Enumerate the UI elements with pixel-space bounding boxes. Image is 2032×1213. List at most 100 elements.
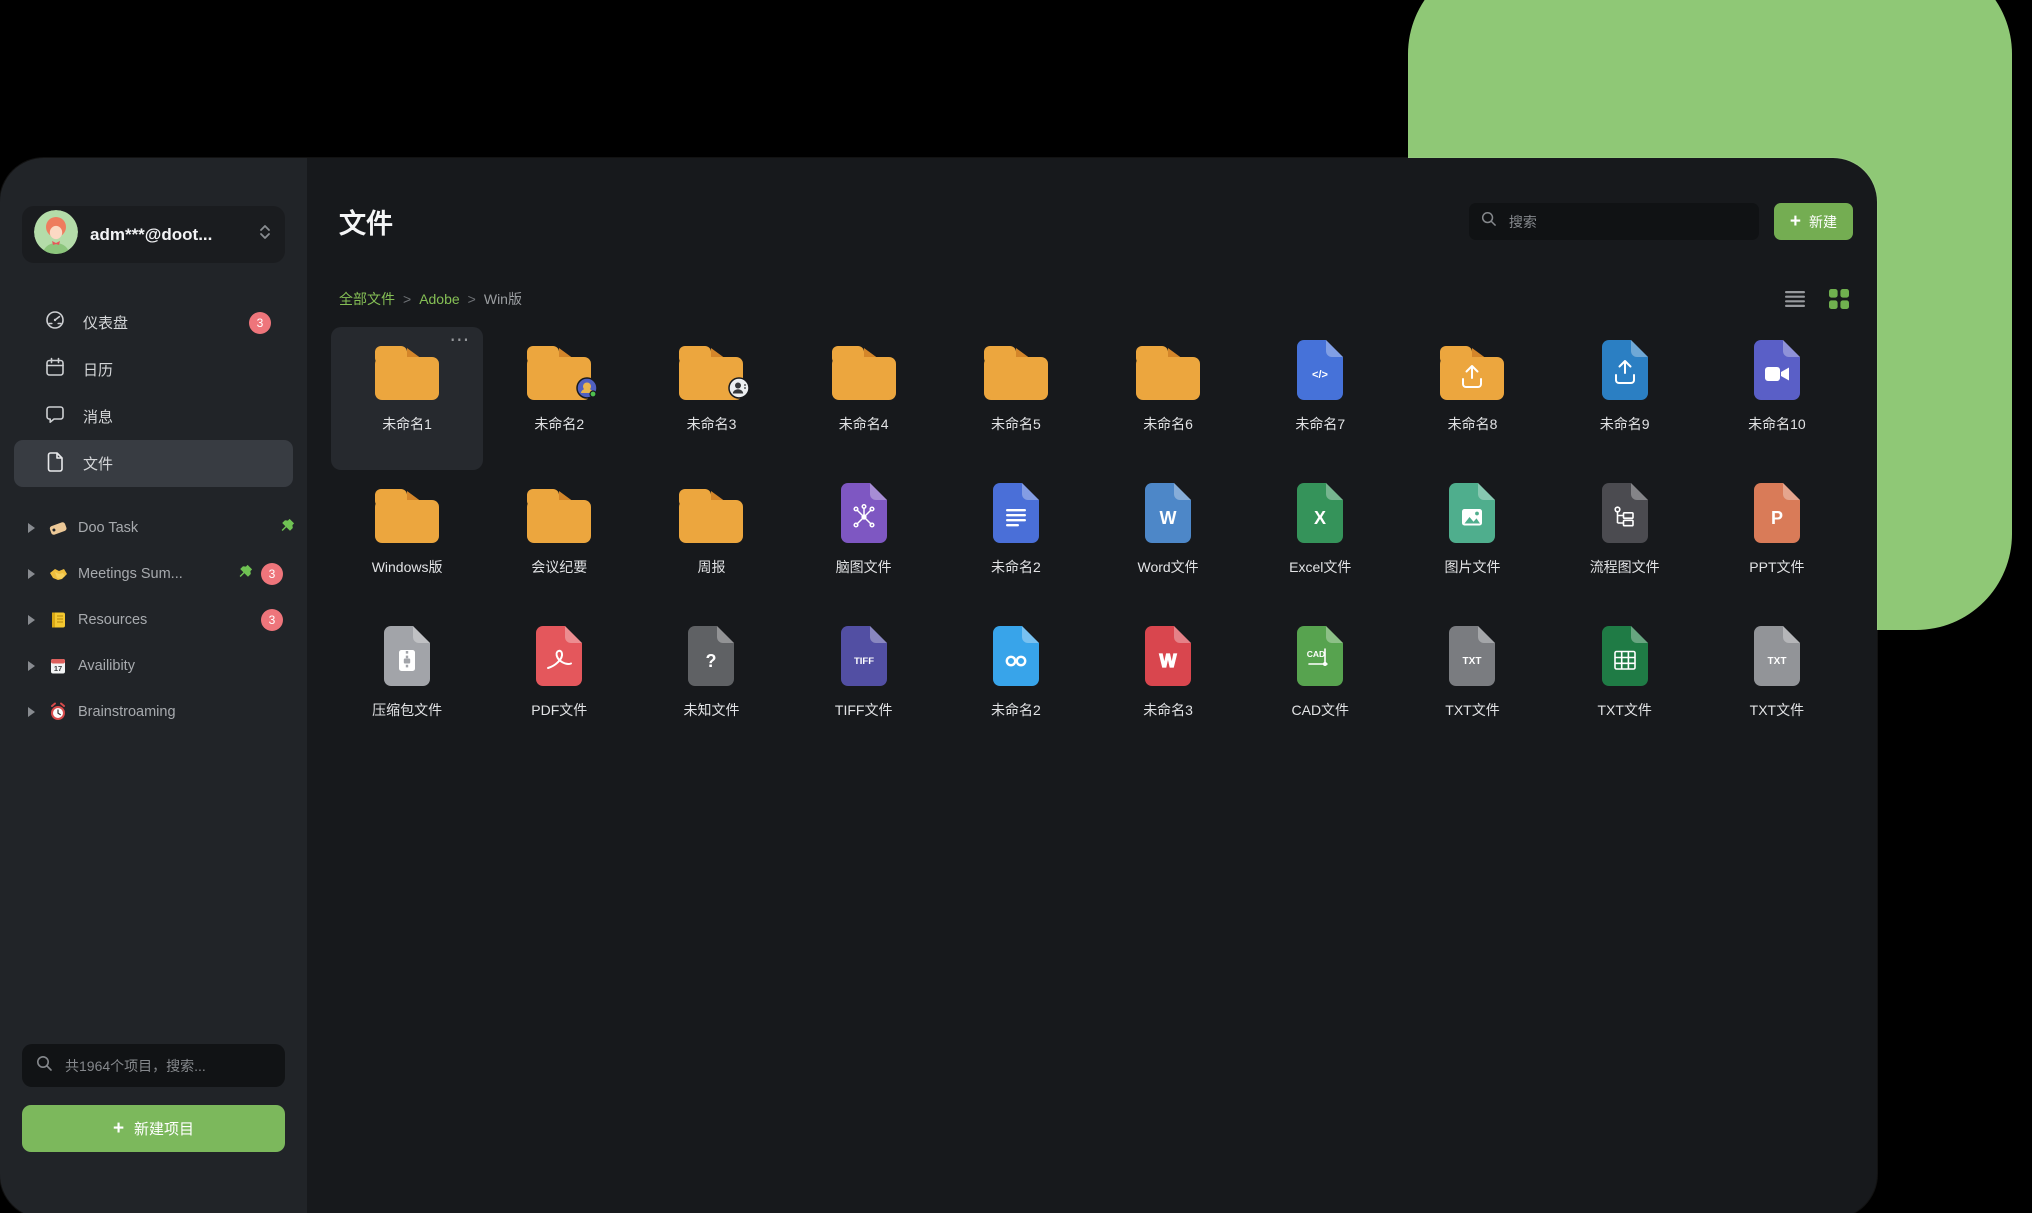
svg-text:?: ? xyxy=(706,651,717,671)
sidebar-item-files[interactable]: 文件 xyxy=(14,440,293,487)
app-window: adm***@doot... 仪表盘3日历消息文件 Doo TaskMeetin… xyxy=(0,158,1877,1213)
chevron-up-down-icon xyxy=(257,222,273,247)
file-label: 未命名2 xyxy=(991,700,1041,720)
expand-caret-icon[interactable] xyxy=(28,615,35,625)
folder-item[interactable]: ⋯未命名1 xyxy=(331,327,483,470)
breadcrumb-row: 全部文件>Adobe>Win版 xyxy=(331,289,1853,309)
file-item[interactable]: 图片文件 xyxy=(1396,470,1548,613)
main-content: 文件 + 新建 xyxy=(307,158,1877,1213)
folder-item[interactable]: 未命名4 xyxy=(788,327,940,470)
file-item[interactable]: TXTTXT文件 xyxy=(1701,613,1853,756)
flowchart-file-icon xyxy=(1601,480,1649,544)
more-menu-icon[interactable]: ⋯ xyxy=(449,327,471,352)
file-item[interactable]: ? 未知文件 xyxy=(635,613,787,756)
list-view-icon[interactable] xyxy=(1785,290,1807,308)
user-name: adm***@doot... xyxy=(90,225,257,245)
file-search-input[interactable] xyxy=(1507,213,1747,231)
file-item[interactable]: 未命名10 xyxy=(1701,327,1853,470)
new-project-button[interactable]: + 新建项目 xyxy=(22,1105,285,1152)
sidebar-item-dashboard[interactable]: 仪表盘3 xyxy=(14,299,293,346)
folder-item[interactable]: 未命名8 xyxy=(1396,327,1548,470)
txt-file-icon: TXT xyxy=(1753,623,1801,687)
file-item[interactable]: PDF文件 xyxy=(483,613,635,756)
folder-icon xyxy=(678,480,744,544)
folder-item[interactable]: Windows版 xyxy=(331,470,483,613)
file-item[interactable]: TXT文件 xyxy=(1549,613,1701,756)
search-icon xyxy=(36,1055,53,1077)
file-item[interactable]: W未命名3 xyxy=(1092,613,1244,756)
code-file-icon: </> xyxy=(1296,337,1344,401)
plus-icon: + xyxy=(113,1119,124,1138)
folder-item[interactable]: 会议纪要 xyxy=(483,470,635,613)
file-item[interactable]: 未命名2 xyxy=(940,470,1092,613)
notebook-emoji xyxy=(48,610,68,630)
file-label: 未命名2 xyxy=(534,414,584,434)
project-item[interactable]: 17Availibity xyxy=(0,643,307,689)
file-item[interactable]: 流程图文件 xyxy=(1549,470,1701,613)
file-label: PPT文件 xyxy=(1749,557,1804,577)
sidebar-bottom: + 新建项目 xyxy=(0,1044,307,1213)
project-label: Resources xyxy=(78,612,147,628)
file-item[interactable]: TIFFTIFF文件 xyxy=(788,613,940,756)
file-item[interactable]: TXTTXT文件 xyxy=(1396,613,1548,756)
grid-view-icon[interactable] xyxy=(1829,289,1849,309)
cad-file-icon: CAD xyxy=(1296,623,1344,687)
folder-item[interactable]: 未命名5 xyxy=(940,327,1092,470)
folder-item[interactable]: 未命名3 xyxy=(635,327,787,470)
folder-item[interactable]: 未命名2 xyxy=(483,327,635,470)
file-label: 脑图文件 xyxy=(836,557,892,577)
expand-caret-icon[interactable] xyxy=(28,661,35,671)
file-search[interactable] xyxy=(1469,203,1759,240)
svg-text:W: W xyxy=(1160,508,1177,528)
new-file-button[interactable]: + 新建 xyxy=(1774,203,1853,240)
breadcrumb-item[interactable]: 全部文件 xyxy=(339,289,395,309)
file-item[interactable]: 脑图文件 xyxy=(788,470,940,613)
file-item[interactable]: PPPT文件 xyxy=(1701,470,1853,613)
project-item[interactable]: Brainstroaming xyxy=(0,689,307,735)
excel-file-icon: X xyxy=(1296,480,1344,544)
calendar17-emoji: 17 xyxy=(48,656,68,676)
search-icon xyxy=(1481,211,1497,232)
project-item[interactable]: Doo Task xyxy=(0,505,307,551)
expand-caret-icon[interactable] xyxy=(28,569,35,579)
file-item[interactable]: </> 未命名7 xyxy=(1244,327,1396,470)
file-label: 未知文件 xyxy=(683,700,739,720)
svg-text:TXT: TXT xyxy=(1463,656,1482,667)
alarm-clock-emoji xyxy=(48,702,68,722)
svg-text:TXT: TXT xyxy=(1767,656,1786,667)
file-item[interactable]: 压缩包文件 xyxy=(331,613,483,756)
zip-file-icon xyxy=(383,623,431,687)
breadcrumb-item: Win版 xyxy=(484,289,522,309)
txt-file-icon: TXT xyxy=(1448,623,1496,687)
notification-badge: 3 xyxy=(261,563,283,585)
file-label: TIFF文件 xyxy=(835,700,893,720)
user-account-switcher[interactable]: adm***@doot... xyxy=(22,206,285,263)
project-search[interactable] xyxy=(22,1044,285,1087)
new-file-label: 新建 xyxy=(1809,212,1837,232)
project-search-input[interactable] xyxy=(63,1057,271,1075)
file-item[interactable]: XExcel文件 xyxy=(1244,470,1396,613)
expand-caret-icon[interactable] xyxy=(28,523,35,533)
avatar-badge-icon xyxy=(576,377,598,404)
file-item[interactable]: 未命名2 xyxy=(940,613,1092,756)
file-label: 未命名4 xyxy=(839,414,889,434)
file-label: 未命名7 xyxy=(1295,414,1345,434)
dashboard-icon xyxy=(44,309,66,336)
folder-upload-icon xyxy=(1439,337,1505,401)
file-item[interactable]: CAD CAD文件 xyxy=(1244,613,1396,756)
file-item[interactable]: 未命名9 xyxy=(1549,327,1701,470)
project-label: Meetings Sum... xyxy=(78,566,183,582)
folder-item[interactable]: 周报 xyxy=(635,470,787,613)
sidebar-item-calendar[interactable]: 日历 xyxy=(14,346,293,393)
project-item[interactable]: Resources3 xyxy=(0,597,307,643)
folder-item[interactable]: 未命名6 xyxy=(1092,327,1244,470)
file-item[interactable]: WWord文件 xyxy=(1092,470,1244,613)
svg-text:17: 17 xyxy=(54,664,62,673)
expand-caret-icon[interactable] xyxy=(28,707,35,717)
file-label: CAD文件 xyxy=(1292,700,1350,720)
video-file-icon xyxy=(1753,337,1801,401)
file-label: TXT文件 xyxy=(1597,700,1651,720)
breadcrumb-item[interactable]: Adobe xyxy=(419,291,459,307)
project-item[interactable]: Meetings Sum... 3 xyxy=(0,551,307,597)
sidebar-item-messages[interactable]: 消息 xyxy=(14,393,293,440)
